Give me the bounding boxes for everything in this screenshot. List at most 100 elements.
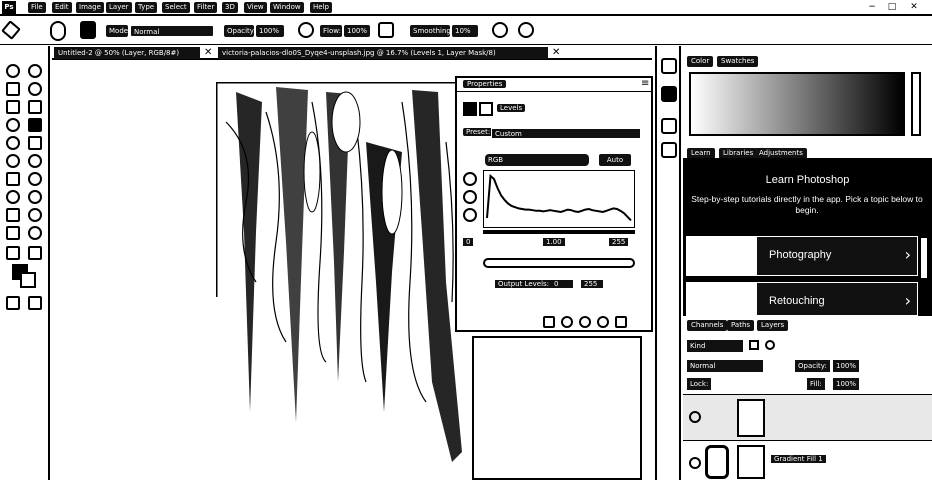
- color-picker-field[interactable]: [689, 72, 905, 136]
- output-black-value[interactable]: 0: [551, 280, 573, 288]
- eye-icon[interactable]: [689, 411, 701, 423]
- tab-channels[interactable]: Channels: [687, 320, 728, 331]
- menu-edit[interactable]: Edit: [52, 2, 72, 13]
- shape-tool-icon[interactable]: [6, 226, 20, 240]
- blend-mode-select[interactable]: Normal: [687, 360, 763, 372]
- tab-victoria-palacios[interactable]: victoria-palacios-dlo0S_Dyqe4-unsplash.j…: [218, 47, 548, 59]
- menu-filter[interactable]: Filter: [194, 2, 218, 13]
- app-logo-icon[interactable]: Ps: [2, 1, 16, 14]
- minimize-icon[interactable]: −: [866, 2, 878, 13]
- fill-input[interactable]: 100%: [833, 378, 860, 390]
- gear-icon[interactable]: [492, 22, 508, 38]
- view-previous-icon[interactable]: [561, 316, 573, 328]
- document-image[interactable]: [214, 80, 472, 468]
- input-slider-track[interactable]: [483, 230, 635, 234]
- panel-menu-icon[interactable]: ≡: [641, 78, 649, 89]
- menu-type[interactable]: Type: [135, 2, 158, 13]
- eraser-tool-icon[interactable]: [28, 154, 42, 168]
- airbrush-icon[interactable]: [378, 22, 394, 38]
- filter-pixel-icon[interactable]: [749, 340, 759, 350]
- brush-settings-icon[interactable]: [80, 21, 96, 39]
- quick-mask-icon[interactable]: [6, 296, 20, 310]
- layer-row[interactable]: [683, 394, 932, 440]
- pressure-size-icon[interactable]: [518, 22, 534, 38]
- adjustments-dock-icon[interactable]: [661, 142, 677, 158]
- quick-select-tool-icon[interactable]: [6, 100, 20, 114]
- secondary-document-window[interactable]: [472, 336, 642, 480]
- close-icon[interactable]: ✕: [908, 2, 920, 13]
- menu-3d[interactable]: 3D: [222, 2, 238, 13]
- background-color-swatch[interactable]: [20, 272, 36, 288]
- artboard-tool-icon[interactable]: [28, 64, 42, 78]
- gradient-tool-icon[interactable]: [6, 172, 20, 186]
- tab-paths[interactable]: Paths: [727, 320, 755, 331]
- eyedropper-tool-icon[interactable]: [6, 118, 20, 132]
- dodge-tool-icon[interactable]: [6, 190, 20, 204]
- learn-card-retouching[interactable]: Retouching ›: [686, 282, 918, 316]
- path-select-tool-icon[interactable]: [28, 208, 42, 222]
- hand-tool-icon[interactable]: [28, 226, 42, 240]
- layer-opacity-input[interactable]: 100%: [833, 360, 860, 372]
- tab-layers[interactable]: Layers: [757, 320, 789, 331]
- white-point-eyedropper-icon[interactable]: [463, 208, 477, 222]
- hue-slider[interactable]: [911, 72, 921, 136]
- blur-tool-icon[interactable]: [28, 172, 42, 186]
- smoothing-input[interactable]: 10%: [452, 25, 478, 37]
- marquee-tool-icon[interactable]: [6, 82, 20, 96]
- trash-icon[interactable]: [615, 316, 627, 328]
- move-tool-icon[interactable]: [6, 64, 20, 78]
- black-point-eyedropper-icon[interactable]: [463, 172, 477, 186]
- preset-select[interactable]: Custom: [491, 128, 641, 139]
- more-tools-icon[interactable]: [28, 246, 42, 260]
- gray-point-eyedropper-icon[interactable]: [463, 190, 477, 204]
- menu-select[interactable]: Select: [162, 2, 190, 13]
- history-brush-tool-icon[interactable]: [6, 154, 20, 168]
- channel-select[interactable]: RGB: [485, 154, 589, 166]
- menu-layer[interactable]: Layer: [106, 2, 132, 13]
- mode-select[interactable]: Normal: [130, 25, 214, 37]
- pen-tool-icon[interactable]: [28, 190, 42, 204]
- filter-adjustment-icon[interactable]: [765, 340, 775, 350]
- input-white-value[interactable]: 255: [609, 238, 629, 246]
- clip-to-layer-icon[interactable]: [543, 316, 555, 328]
- tab-swatches[interactable]: Swatches: [717, 56, 759, 67]
- mask-icon[interactable]: [479, 102, 493, 116]
- learn-scrollbar[interactable]: [921, 238, 927, 278]
- screen-mode-icon[interactable]: [28, 296, 42, 310]
- tab-untitled-2[interactable]: Untitled-2 @ 50% (Layer, RGB/8#): [54, 47, 200, 59]
- history-icon[interactable]: [661, 58, 677, 74]
- lasso-tool-icon[interactable]: [28, 82, 42, 96]
- layer-filter-select[interactable]: Kind: [687, 340, 743, 352]
- input-black-value[interactable]: 0: [463, 238, 474, 246]
- menu-window[interactable]: Window: [270, 2, 304, 13]
- clone-stamp-tool-icon[interactable]: [28, 136, 42, 150]
- close-tab-icon[interactable]: ✕: [204, 47, 212, 59]
- reset-icon[interactable]: [579, 316, 591, 328]
- output-slider-track[interactable]: [483, 258, 635, 268]
- learn-card-photography[interactable]: Photography ›: [686, 236, 918, 276]
- maximize-icon[interactable]: □: [886, 2, 898, 13]
- crop-tool-icon[interactable]: [28, 100, 42, 114]
- visibility-icon[interactable]: [597, 316, 609, 328]
- flow-input[interactable]: 100%: [344, 25, 370, 37]
- brush-settings-dock-icon[interactable]: [661, 118, 677, 134]
- brush-tool-active-icon[interactable]: [28, 118, 42, 132]
- menu-file[interactable]: File: [28, 2, 46, 13]
- input-gamma-value[interactable]: 1.00: [543, 238, 565, 246]
- brush-tool-icon[interactable]: [1, 20, 21, 40]
- eye-icon[interactable]: [689, 457, 701, 469]
- close-tab-icon[interactable]: ✕: [552, 47, 560, 59]
- brush-preset-icon[interactable]: [50, 21, 66, 41]
- healing-tool-icon[interactable]: [6, 136, 20, 150]
- tab-color[interactable]: Color: [687, 56, 714, 67]
- zoom-tool-icon[interactable]: [6, 246, 20, 260]
- opacity-input[interactable]: 100%: [256, 25, 284, 37]
- layer-row[interactable]: Gradient Fill 1: [683, 440, 932, 480]
- menu-help[interactable]: Help: [310, 2, 332, 13]
- pressure-opacity-icon[interactable]: [298, 22, 314, 38]
- properties-icon[interactable]: [661, 86, 677, 102]
- menu-view[interactable]: View: [244, 2, 267, 13]
- output-white-value[interactable]: 255: [581, 280, 603, 288]
- menu-image[interactable]: Image: [76, 2, 104, 13]
- auto-button[interactable]: Auto: [599, 154, 631, 166]
